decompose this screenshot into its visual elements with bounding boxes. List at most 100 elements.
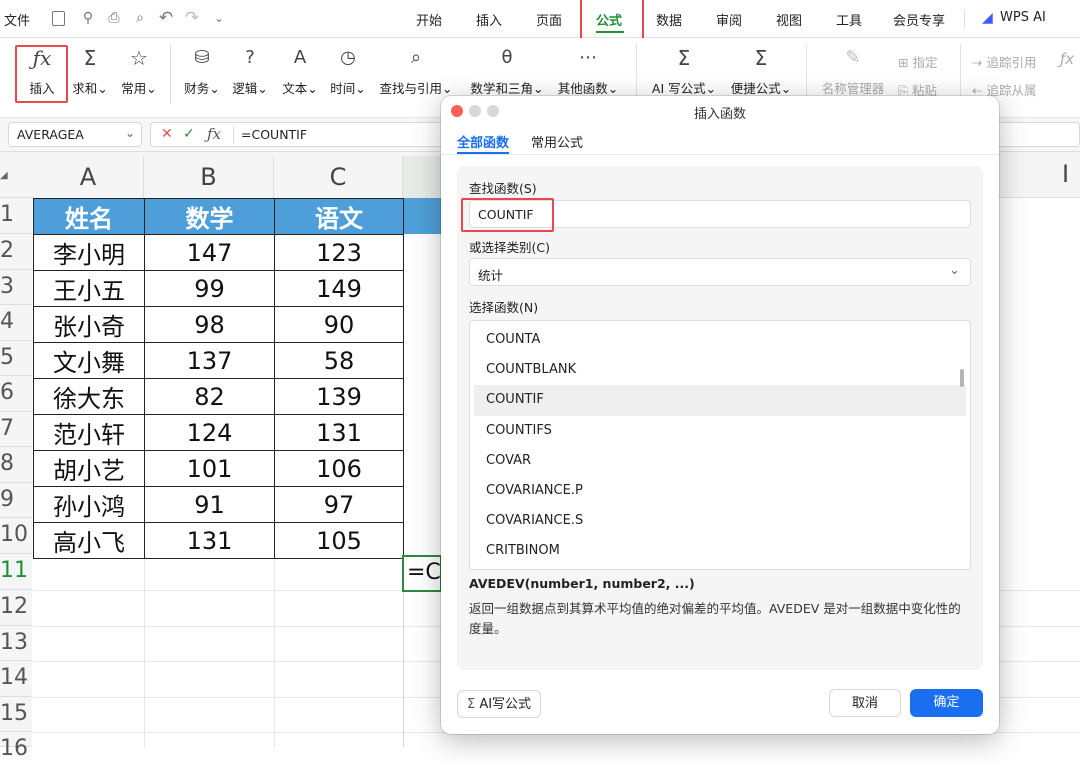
list-item[interactable]: COUNTBLANK xyxy=(474,355,966,385)
list-item[interactable]: COVARIANCE.S xyxy=(474,506,966,536)
tab-home[interactable]: 开始 xyxy=(416,10,442,29)
scrollbar-thumb[interactable] xyxy=(960,369,964,387)
row-header[interactable]: 16 xyxy=(0,732,32,761)
cell[interactable]: 147 xyxy=(144,234,275,271)
finance-button[interactable]: ⛁ 财务⌄ xyxy=(182,44,222,97)
column-header-d[interactable] xyxy=(403,156,441,198)
insert-function-button[interactable]: ƒx 插入 xyxy=(22,44,62,97)
ok-button[interactable]: 确定 xyxy=(910,689,983,717)
row-header-active[interactable]: 11 xyxy=(0,554,32,590)
row-header[interactable]: 15 xyxy=(0,697,32,732)
header-cell-partial[interactable] xyxy=(404,198,441,234)
logic-button[interactable]: ? 逻辑⌄ xyxy=(230,44,270,97)
cell[interactable]: 孙小鸿 xyxy=(33,486,145,523)
save-icon[interactable] xyxy=(52,11,65,26)
cell[interactable]: 张小奇 xyxy=(33,306,145,343)
sum-button[interactable]: Σ 求和⌄ xyxy=(70,44,110,97)
fx-icon[interactable]: ƒx xyxy=(207,125,221,143)
tab-view[interactable]: 视图 xyxy=(776,10,802,29)
row-header[interactable]: 13 xyxy=(0,626,32,661)
column-header-a[interactable]: A xyxy=(33,156,144,198)
redo-icon[interactable]: ↷ xyxy=(184,9,200,27)
row-header[interactable]: 8 xyxy=(0,447,32,483)
select-all-corner[interactable]: ◢ xyxy=(0,170,8,181)
cell[interactable]: 90 xyxy=(274,306,404,343)
cell[interactable]: 131 xyxy=(144,522,275,559)
tab-tools[interactable]: 工具 xyxy=(836,10,862,29)
cell[interactable]: 91 xyxy=(144,486,275,523)
menu-file[interactable]: 文件 xyxy=(4,10,30,29)
row-header[interactable]: 10 xyxy=(0,518,32,554)
row-header[interactable]: 6 xyxy=(0,376,32,412)
cell[interactable]: 高小飞 xyxy=(33,522,145,559)
row-header[interactable]: 4 xyxy=(0,305,32,341)
cell[interactable]: 徐大东 xyxy=(33,378,145,415)
cell[interactable]: 胡小艺 xyxy=(33,450,145,487)
column-header-b[interactable]: B xyxy=(144,156,274,198)
ai-formula-button[interactable]: Σ AI 写公式⌄ xyxy=(650,44,718,97)
row-header[interactable]: 5 xyxy=(0,341,32,376)
cell[interactable]: 124 xyxy=(144,414,275,451)
cell[interactable]: 李小明 xyxy=(33,234,145,271)
tab-formula[interactable]: 公式 xyxy=(596,10,622,29)
row-header[interactable]: 7 xyxy=(0,412,32,447)
cell[interactable]: 139 xyxy=(274,378,404,415)
other-functions-button[interactable]: ⋯ 其他函数⌄ xyxy=(555,44,621,97)
cell[interactable]: 123 xyxy=(274,234,404,271)
trace-precedents-button[interactable]: ⇢ 追踪引用 xyxy=(972,52,1036,71)
row-header[interactable]: 9 xyxy=(0,483,32,518)
tab-review[interactable]: 审阅 xyxy=(716,10,742,29)
time-button[interactable]: ◷ 时间⌄ xyxy=(328,44,368,97)
name-box[interactable]: AVERAGEA ⌄ xyxy=(8,122,142,147)
tab-data[interactable]: 数据 xyxy=(656,10,682,29)
column-header-i[interactable]: I xyxy=(1062,160,1069,188)
list-item[interactable]: COVAR xyxy=(474,446,966,476)
cell[interactable]: 王小五 xyxy=(33,270,145,307)
common-functions-button[interactable]: ☆ 常用⌄ xyxy=(118,44,160,97)
list-item[interactable]: COUNTIFS xyxy=(474,416,966,446)
cell[interactable]: 范小轩 xyxy=(33,414,145,451)
list-item-selected[interactable]: COUNTIF xyxy=(474,385,966,416)
print-preview-icon[interactable]: ⌕ xyxy=(132,9,148,27)
list-item[interactable]: CRITBINOM xyxy=(474,536,966,566)
quick-formula-button[interactable]: Σ 便捷公式⌄ xyxy=(728,44,794,97)
cell[interactable]: 99 xyxy=(144,270,275,307)
search-input[interactable]: COUNTIF xyxy=(469,200,971,228)
row-header[interactable]: 14 xyxy=(0,661,32,697)
cell[interactable]: 101 xyxy=(144,450,275,487)
column-header-c[interactable]: C xyxy=(274,156,403,198)
tab-all-functions[interactable]: 全部函数 xyxy=(457,132,509,151)
math-button[interactable]: θ 数学和三角⌄ xyxy=(466,44,548,97)
cell[interactable]: 149 xyxy=(274,270,404,307)
active-cell[interactable]: =CO xyxy=(402,555,442,592)
cell[interactable]: 106 xyxy=(274,450,404,487)
header-cell-name[interactable]: 姓名 xyxy=(33,198,145,235)
key-icon[interactable]: ⚲ xyxy=(80,9,96,27)
cancel-edit-icon[interactable]: ✕ xyxy=(161,126,173,142)
header-cell-chinese[interactable]: 语文 xyxy=(274,198,404,235)
undo-icon[interactable]: ↶ xyxy=(158,9,174,27)
assign-button[interactable]: ⊞ 指定 xyxy=(898,52,937,71)
tab-insert[interactable]: 插入 xyxy=(476,10,502,29)
tab-common-formulas[interactable]: 常用公式 xyxy=(531,132,583,151)
category-select[interactable]: 统计 ⌄ xyxy=(469,258,971,286)
cell[interactable]: 82 xyxy=(144,378,275,415)
cell[interactable]: 98 xyxy=(144,306,275,343)
formula-input[interactable]: =COUNTIF xyxy=(241,127,307,142)
cell[interactable]: 文小舞 xyxy=(33,342,145,379)
header-cell-math[interactable]: 数学 xyxy=(144,198,275,235)
list-item[interactable]: COUNTA xyxy=(474,325,966,355)
row-header[interactable]: 12 xyxy=(0,590,32,626)
cell[interactable]: 137 xyxy=(144,342,275,379)
ai-formula-button[interactable]: Σ AI写公式 xyxy=(457,690,541,718)
cell[interactable]: 105 xyxy=(274,522,404,559)
text-button[interactable]: A 文本⌄ xyxy=(280,44,320,97)
list-item[interactable]: COVARIANCE.P xyxy=(474,476,966,506)
cancel-button[interactable]: 取消 xyxy=(829,689,901,717)
chevron-down-icon[interactable]: ⌄ xyxy=(211,9,227,27)
row-header[interactable]: 3 xyxy=(0,270,32,305)
cell[interactable]: 131 xyxy=(274,414,404,451)
tab-page[interactable]: 页面 xyxy=(536,10,562,29)
tab-member[interactable]: 会员专享 xyxy=(893,10,945,29)
cell[interactable]: 58 xyxy=(274,342,404,379)
